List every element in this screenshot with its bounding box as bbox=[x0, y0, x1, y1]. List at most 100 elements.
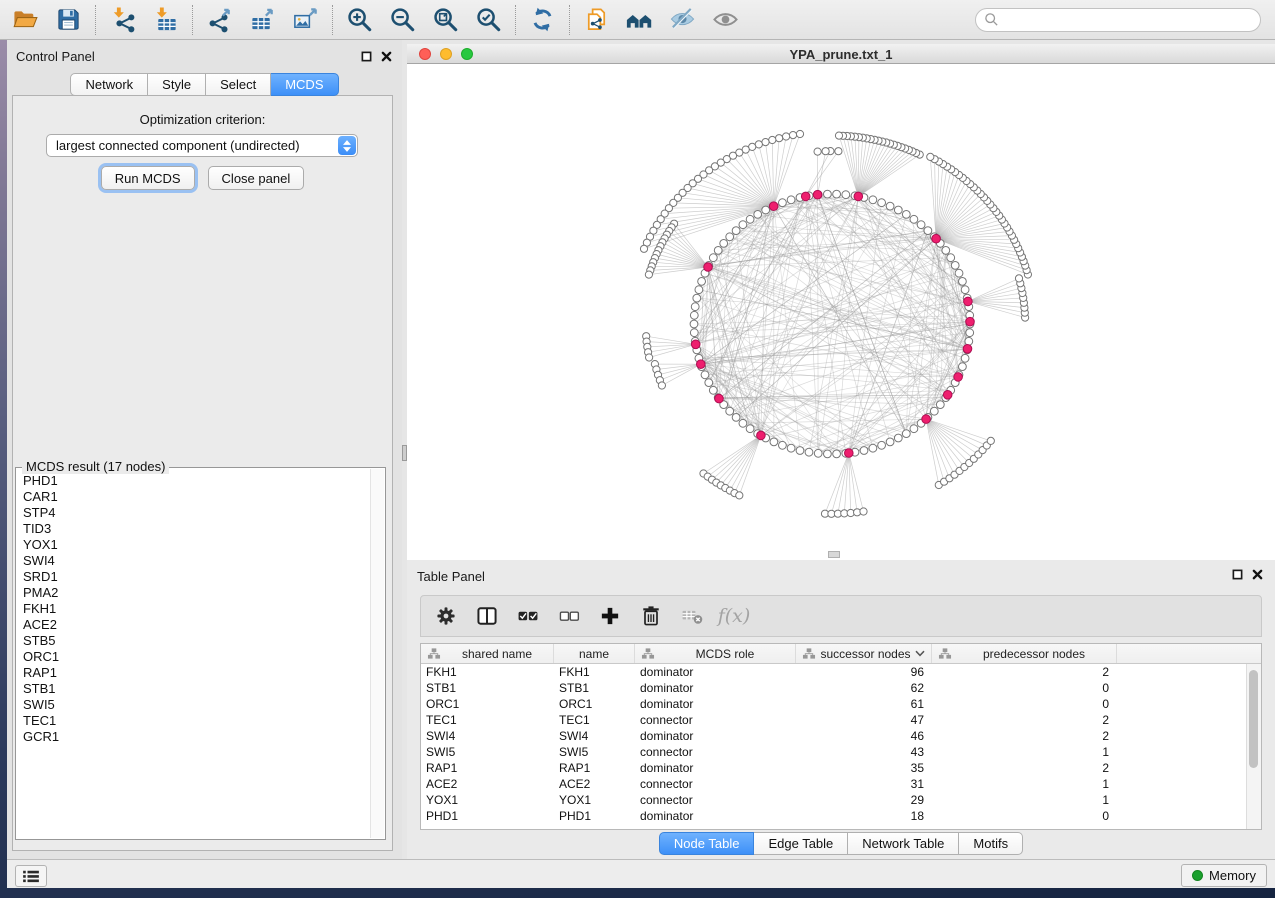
horizontal-splitter-handle[interactable] bbox=[828, 551, 840, 558]
mcds-result-node[interactable]: STB5 bbox=[23, 633, 370, 649]
table-row-STB1[interactable]: STB1STB1dominator620 bbox=[421, 680, 1261, 696]
zoom-out-button[interactable] bbox=[381, 1, 424, 39]
hide-selected-button[interactable] bbox=[661, 1, 704, 39]
memory-button[interactable]: Memory bbox=[1181, 864, 1267, 887]
control-tab-select[interactable]: Select bbox=[206, 73, 271, 96]
cell-MCDS-role: connector bbox=[635, 792, 796, 808]
table-row-FKH1[interactable]: FKH1FKH1dominator962 bbox=[421, 664, 1261, 680]
mcds-result-group: MCDS result (17 nodes) PHD1CAR1STP4TID3Y… bbox=[15, 467, 386, 840]
table-tab-motifs[interactable]: Motifs bbox=[959, 832, 1023, 855]
cell-predecessor-nodes: 1 bbox=[932, 776, 1117, 792]
table-row-ORC1[interactable]: ORC1ORC1dominator610 bbox=[421, 696, 1261, 712]
mcds-result-node[interactable]: SWI5 bbox=[23, 697, 370, 713]
cell-successor-nodes: 62 bbox=[796, 680, 932, 696]
delete-table-button[interactable] bbox=[679, 603, 705, 629]
network-graph[interactable] bbox=[407, 64, 1275, 560]
toggle-columns-button[interactable] bbox=[474, 603, 500, 629]
table-row-TEC1[interactable]: TEC1TEC1connector472 bbox=[421, 712, 1261, 728]
delete-column-button[interactable] bbox=[638, 603, 664, 629]
add-column-button[interactable] bbox=[597, 603, 623, 629]
memory-label: Memory bbox=[1209, 868, 1256, 883]
table-row-ACE2[interactable]: ACE2ACE2connector311 bbox=[421, 776, 1261, 792]
mcds-result-node[interactable]: RAP1 bbox=[23, 665, 370, 681]
cell-name: FKH1 bbox=[554, 664, 635, 680]
zoom-in-button[interactable] bbox=[338, 1, 381, 39]
table-panel-header: Table Panel bbox=[407, 560, 1275, 590]
column-header-predecessor-nodes[interactable]: predecessor nodes bbox=[932, 644, 1117, 663]
import-network-button[interactable] bbox=[101, 1, 144, 39]
mcds-result-node[interactable]: CAR1 bbox=[23, 489, 370, 505]
mcds-result-node[interactable]: GCR1 bbox=[23, 729, 370, 745]
table-tab-network-table[interactable]: Network Table bbox=[848, 832, 959, 855]
mcds-result-node[interactable]: ORC1 bbox=[23, 649, 370, 665]
column-header-successor-nodes[interactable]: successor nodes bbox=[796, 644, 932, 663]
mcds-result-list: PHD1CAR1STP4TID3YOX1SWI4SRD1PMA2FKH1ACE2… bbox=[17, 470, 370, 838]
mcds-result-node[interactable]: STP4 bbox=[23, 505, 370, 521]
table-tab-edge-table[interactable]: Edge Table bbox=[754, 832, 848, 855]
first-neighbors-button[interactable] bbox=[618, 1, 661, 39]
zoom-selected-icon bbox=[475, 6, 502, 33]
open-file-button[interactable] bbox=[4, 1, 47, 39]
close-table-panel-icon[interactable] bbox=[1252, 569, 1263, 580]
table-scrollbar-thumb[interactable] bbox=[1249, 670, 1258, 768]
settings-icon bbox=[434, 604, 458, 628]
table-row-RAP1[interactable]: RAP1RAP1dominator352 bbox=[421, 760, 1261, 776]
refresh-button[interactable] bbox=[521, 1, 564, 39]
fx-button[interactable]: f(x) bbox=[720, 603, 746, 629]
mcds-result-scrollbar[interactable] bbox=[370, 469, 384, 838]
export-network-button[interactable] bbox=[198, 1, 241, 39]
cell-name: ACE2 bbox=[554, 776, 635, 792]
task-history-button[interactable] bbox=[15, 865, 47, 887]
mcds-result-node[interactable]: TID3 bbox=[23, 521, 370, 537]
table-tab-node-table[interactable]: Node Table bbox=[659, 832, 755, 855]
search-input[interactable] bbox=[999, 12, 1260, 27]
column-header-MCDS-role[interactable]: MCDS role bbox=[635, 644, 796, 663]
control-tab-network[interactable]: Network bbox=[70, 73, 148, 96]
cell-successor-nodes: 29 bbox=[796, 792, 932, 808]
table-row-PHD1[interactable]: PHD1PHD1dominator180 bbox=[421, 808, 1261, 824]
control-tab-mcds[interactable]: MCDS bbox=[271, 73, 338, 96]
table-row-SWI5[interactable]: SWI5SWI5connector431 bbox=[421, 744, 1261, 760]
mcds-result-node[interactable]: TEC1 bbox=[23, 713, 370, 729]
close-panel-icon[interactable] bbox=[381, 51, 392, 62]
mcds-result-node[interactable]: SWI4 bbox=[23, 553, 370, 569]
cell-predecessor-nodes: 2 bbox=[932, 760, 1117, 776]
table-row-YOX1[interactable]: YOX1YOX1connector291 bbox=[421, 792, 1261, 808]
table-scrollbar[interactable] bbox=[1246, 664, 1261, 829]
table-row-SWI4[interactable]: SWI4SWI4dominator462 bbox=[421, 728, 1261, 744]
criterion-dropdown[interactable]: largest connected component (undirected) bbox=[46, 134, 358, 157]
deselect-rows-button[interactable] bbox=[556, 603, 582, 629]
float-panel-icon[interactable] bbox=[361, 51, 372, 62]
column-header-name[interactable]: name bbox=[554, 644, 635, 663]
mcds-result-node[interactable]: ACE2 bbox=[23, 617, 370, 633]
mcds-result-node[interactable]: STB1 bbox=[23, 681, 370, 697]
network-canvas[interactable] bbox=[407, 64, 1275, 560]
cell-shared-name: SWI4 bbox=[421, 728, 554, 744]
export-image-button[interactable] bbox=[284, 1, 327, 39]
show-all-button[interactable] bbox=[704, 1, 747, 39]
mcds-result-node[interactable]: PMA2 bbox=[23, 585, 370, 601]
settings-button[interactable] bbox=[433, 603, 459, 629]
mcds-result-node[interactable]: FKH1 bbox=[23, 601, 370, 617]
import-table-icon bbox=[152, 6, 179, 33]
cell-predecessor-nodes: 0 bbox=[932, 680, 1117, 696]
mcds-result-node[interactable]: PHD1 bbox=[23, 473, 370, 489]
float-table-panel-icon[interactable] bbox=[1232, 569, 1243, 580]
cell-shared-name: ACE2 bbox=[421, 776, 554, 792]
column-header-shared-name[interactable]: shared name bbox=[421, 644, 554, 663]
zoom-selected-button[interactable] bbox=[467, 1, 510, 39]
mcds-result-node[interactable]: YOX1 bbox=[23, 537, 370, 553]
control-tab-style[interactable]: Style bbox=[148, 73, 206, 96]
delete-table-icon bbox=[680, 604, 704, 628]
select-all-rows-button[interactable] bbox=[515, 603, 541, 629]
cell-shared-name: ORC1 bbox=[421, 696, 554, 712]
export-table-button[interactable] bbox=[241, 1, 284, 39]
run-mcds-button[interactable]: Run MCDS bbox=[101, 166, 195, 190]
save-session-button[interactable] bbox=[47, 1, 90, 39]
import-table-button[interactable] bbox=[144, 1, 187, 39]
cell-successor-nodes: 31 bbox=[796, 776, 932, 792]
close-panel-button[interactable]: Close panel bbox=[208, 166, 305, 190]
mcds-result-node[interactable]: SRD1 bbox=[23, 569, 370, 585]
duplicate-network-button[interactable] bbox=[575, 1, 618, 39]
zoom-fit-button[interactable] bbox=[424, 1, 467, 39]
